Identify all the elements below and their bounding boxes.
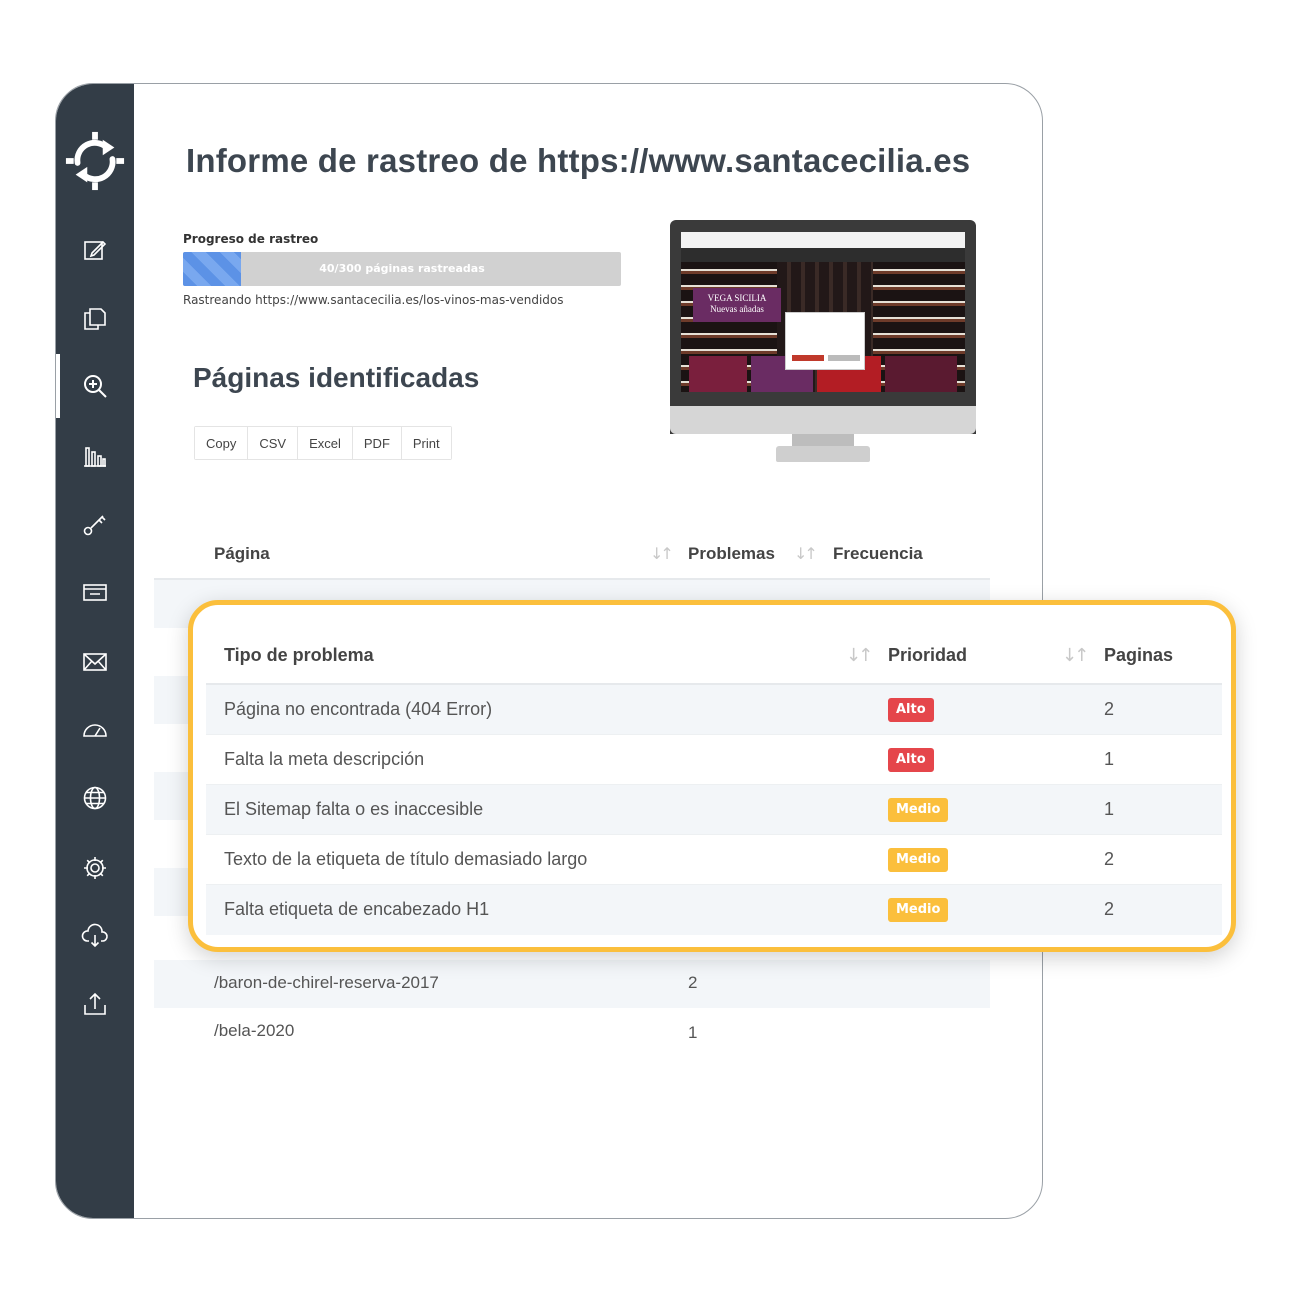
table-row[interactable]: /baron-de-chirel-reserva-2017 2: [154, 960, 990, 1008]
issue-type[interactable]: Falta la meta descripción: [224, 749, 424, 770]
page-problems: 2: [688, 973, 698, 992]
print-button[interactable]: Print: [401, 427, 451, 459]
issues-table-header: Tipo de problema ↓↑ Prioridad ↓↑ Paginas: [206, 625, 1222, 685]
issue-pages: 1: [1104, 799, 1115, 819]
col-page[interactable]: Página: [214, 544, 270, 564]
table-row[interactable]: Texto de la etiqueta de título demasiado…: [206, 835, 1222, 885]
page-problems: 1: [688, 1023, 698, 1042]
issue-type[interactable]: El Sitemap falta o es inaccesible: [224, 799, 483, 820]
documents-icon: [84, 308, 106, 330]
sort-icon[interactable]: ↓↑: [846, 645, 873, 666]
upload-icon: [84, 992, 106, 1015]
csv-button[interactable]: CSV: [248, 427, 299, 459]
issue-type[interactable]: Falta etiqueta de encabezado H1: [224, 899, 489, 920]
pdf-button[interactable]: PDF: [352, 427, 402, 459]
col-pages[interactable]: Paginas: [1104, 645, 1173, 666]
export-buttons: Copy CSV Excel PDF Print: [194, 426, 452, 460]
site-navbar: [681, 248, 965, 262]
table-row[interactable]: Falta la meta descripción Alto 1: [206, 735, 1222, 785]
nav-globe[interactable]: [56, 766, 134, 830]
sort-icon[interactable]: ↓↑: [650, 544, 674, 563]
table-row[interactable]: Falta etiqueta de encabezado H1 Medio 2: [206, 885, 1222, 935]
cloud-download-icon: [81, 923, 108, 948]
progress-label: Progreso de rastreo: [183, 232, 319, 246]
issue-pages: 1: [1104, 749, 1115, 769]
priority-badge: Medio: [888, 848, 949, 872]
globe-icon: [83, 786, 107, 810]
key-icon: [83, 515, 106, 536]
nav-rankings[interactable]: [56, 424, 134, 488]
app-logo-icon[interactable]: [64, 130, 126, 192]
crawl-progress-bar: 40/300 páginas rastreadas: [183, 252, 621, 286]
sort-icon[interactable]: ↓↑: [1062, 645, 1089, 666]
mail-icon: [83, 653, 107, 671]
table-row[interactable]: /bela-2020 1: [154, 1008, 990, 1056]
nav-settings[interactable]: [56, 836, 134, 900]
banner-line-1: VEGA SICILIA: [707, 293, 767, 303]
nav-speed[interactable]: [56, 698, 134, 762]
nav-upload[interactable]: [56, 972, 134, 1036]
nav-edit[interactable]: [56, 218, 134, 282]
issue-type[interactable]: Página no encontrada (404 Error): [224, 699, 492, 720]
tile-1: [689, 356, 747, 392]
priority-badge: Medio: [888, 798, 949, 822]
modal-button-accept: [792, 355, 824, 361]
col-issue-type[interactable]: Tipo de problema: [224, 645, 374, 666]
section-title: Páginas identificadas: [193, 362, 480, 393]
nav-mail[interactable]: [56, 630, 134, 694]
site-screenshot: VEGA SICILIA Nuevas añadas: [681, 232, 965, 392]
banner-line-2: Nuevas añadas: [710, 304, 764, 314]
priority-badge: Alto: [888, 748, 934, 772]
nav-site-audit[interactable]: [56, 354, 134, 418]
site-preview-monitor: VEGA SICILIA Nuevas añadas: [670, 220, 976, 464]
nav-card[interactable]: [56, 560, 134, 624]
edit-icon: [84, 240, 107, 260]
table-row[interactable]: Página no encontrada (404 Error) Alto 2: [206, 685, 1222, 735]
nav-cloud[interactable]: [56, 904, 134, 968]
col-priority[interactable]: Prioridad: [888, 645, 967, 666]
pages-table-header: Página ↓↑ Problemas ↓↑ Frecuencia: [154, 524, 990, 580]
nav-documents[interactable]: [56, 286, 134, 350]
monitor-chin: [670, 406, 976, 434]
site-banner: VEGA SICILIA Nuevas añadas: [693, 288, 781, 322]
issue-pages: 2: [1104, 899, 1115, 919]
excel-button[interactable]: Excel: [298, 427, 353, 459]
gauge-icon: [83, 724, 107, 737]
tile-4: [885, 356, 957, 392]
col-frequency[interactable]: Frecuencia: [833, 544, 923, 564]
issue-type[interactable]: Texto de la etiqueta de título demasiado…: [224, 849, 587, 870]
issue-pages: 2: [1104, 699, 1115, 719]
page-path[interactable]: /baron-de-chirel-reserva-2017: [214, 973, 439, 993]
card-icon: [83, 584, 107, 601]
priority-badge: Medio: [888, 898, 949, 922]
page-path[interactable]: /bela-2020: [214, 1021, 294, 1041]
table-row[interactable]: El Sitemap falta o es inaccesible Medio …: [206, 785, 1222, 835]
issues-table: Tipo de problema ↓↑ Prioridad ↓↑ Paginas…: [206, 625, 1222, 935]
site-age-modal: [785, 312, 865, 370]
modal-button-decline: [828, 355, 860, 361]
priority-badge: Alto: [888, 698, 934, 722]
progress-text: 40/300 páginas rastreadas: [319, 262, 485, 275]
bar-chart-icon: [84, 447, 106, 467]
search-zoom-icon: [84, 375, 107, 398]
sidebar: [56, 84, 134, 1218]
copy-button[interactable]: Copy: [195, 427, 249, 459]
col-problems[interactable]: Problemas: [688, 544, 775, 564]
page-title: Informe de rastreo de https://www.santac…: [186, 142, 971, 179]
gear-icon: [84, 857, 106, 879]
sort-icon[interactable]: ↓↑: [794, 544, 818, 563]
issue-pages: 2: [1104, 849, 1115, 869]
site-topbar: [681, 232, 965, 248]
nav-keywords[interactable]: [56, 492, 134, 556]
monitor-foot: [776, 446, 870, 462]
crawl-status-url: Rastreando https://www.santacecilia.es/l…: [183, 293, 564, 307]
issues-overlay-card: Tipo de problema ↓↑ Prioridad ↓↑ Paginas…: [188, 600, 1236, 952]
